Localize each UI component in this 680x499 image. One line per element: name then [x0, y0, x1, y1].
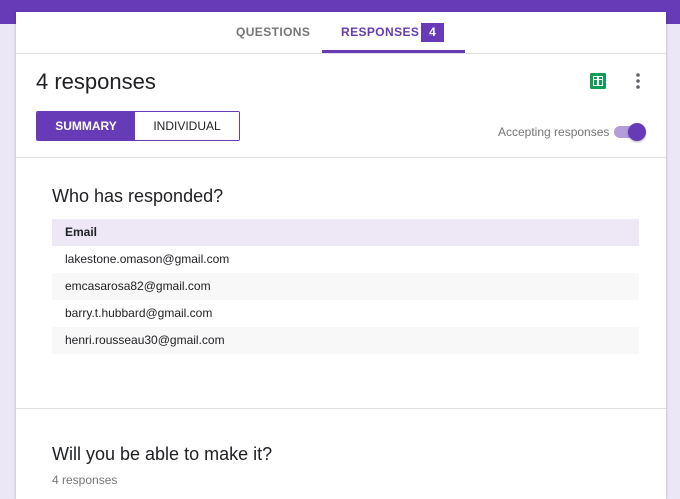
tab-responses[interactable]: RESPONSES [341, 12, 419, 53]
divider [16, 157, 666, 158]
email-row: henri.rousseau30@gmail.com [52, 327, 639, 354]
toggle-thumb [628, 123, 646, 141]
tab-questions[interactable]: QUESTIONS [236, 12, 310, 53]
active-tab-indicator [322, 50, 465, 53]
google-sheets-icon[interactable] [590, 73, 606, 89]
email-table: Email lakestone.omason@gmail.com emcasar… [52, 219, 639, 354]
individual-button[interactable]: INDIVIDUAL [135, 112, 239, 140]
view-toggle: SUMMARY INDIVIDUAL [36, 111, 240, 141]
tab-bar: QUESTIONS RESPONSES 4 [16, 12, 666, 54]
page-title: 4 responses [36, 69, 156, 94]
question-title: Will you be able to make it? [52, 444, 273, 464]
email-row: emcasarosa82@gmail.com [52, 273, 639, 300]
email-row: barry.t.hubbard@gmail.com [65, 306, 213, 320]
divider [16, 408, 666, 409]
question-response-count: 4 responses [52, 473, 118, 487]
responses-card: QUESTIONS RESPONSES 4 4 responses SUMMAR… [16, 12, 666, 499]
summary-button[interactable]: SUMMARY [37, 112, 135, 140]
email-row: lakestone.omason@gmail.com [65, 252, 230, 266]
more-vert-icon[interactable] [635, 72, 641, 90]
responses-count-badge: 4 [421, 23, 444, 42]
accepting-responses-toggle[interactable] [614, 123, 646, 141]
who-responded-title: Who has responded? [52, 186, 224, 206]
accepting-responses-label: Accepting responses [498, 125, 610, 139]
email-column-header: Email [52, 219, 639, 246]
